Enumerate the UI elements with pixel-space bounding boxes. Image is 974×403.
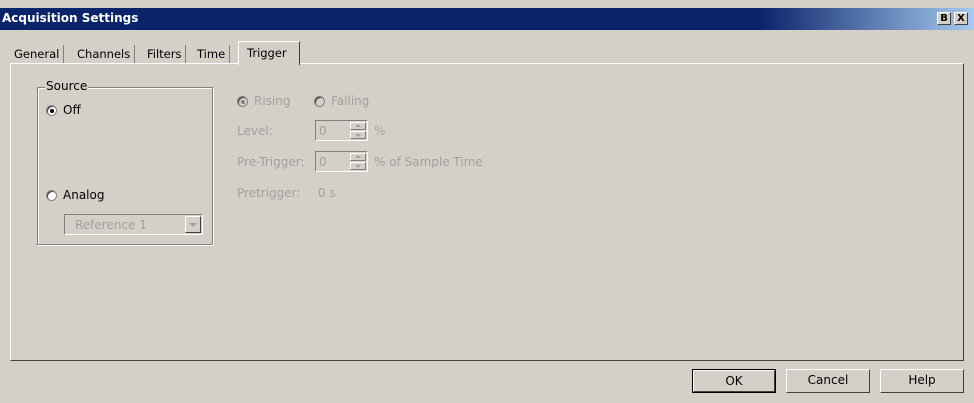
level-label: Level: (237, 124, 273, 138)
pretrigger-readout-value: 0 s (318, 186, 336, 200)
level-spinner[interactable]: 0 (315, 120, 368, 141)
tab-channels[interactable]: Channels (73, 45, 136, 63)
tab-general[interactable]: General (10, 45, 65, 63)
level-unit: % (374, 124, 386, 138)
pre-trigger-unit: % of Sample Time (374, 155, 483, 169)
pretrigger-readout-label: Pretrigger: (237, 186, 301, 200)
source-off-label: Off (63, 103, 81, 117)
cancel-button[interactable]: Cancel (786, 369, 870, 393)
restore-button[interactable]: B (937, 12, 951, 25)
spin-down-icon[interactable] (350, 162, 366, 170)
spinner-buttons (350, 122, 366, 139)
source-analog-radio[interactable]: Analog (46, 188, 104, 202)
ok-button[interactable]: OK (692, 369, 776, 393)
radio-checked-icon (237, 95, 248, 107)
pre-trigger-value: 0 (319, 155, 327, 169)
window-title: Acquisition Settings (2, 11, 139, 25)
pre-trigger-label: Pre-Trigger: (237, 155, 305, 169)
reference-select-value: Reference 1 (75, 218, 147, 232)
rising-radio[interactable]: Rising (237, 94, 290, 108)
chevron-down-icon[interactable] (185, 216, 201, 233)
level-value: 0 (319, 124, 327, 138)
spin-up-icon[interactable] (350, 153, 366, 161)
title-bar[interactable]: Acquisition Settings B X (0, 8, 974, 30)
close-button[interactable]: X (954, 12, 968, 25)
source-off-radio[interactable]: Off (46, 103, 81, 117)
spinner-buttons (350, 153, 366, 170)
tab-filters[interactable]: Filters (143, 45, 187, 63)
pre-trigger-spinner[interactable]: 0 (315, 151, 368, 172)
tab-trigger[interactable]: Trigger (238, 41, 300, 65)
radio-unchecked-icon (46, 189, 57, 201)
spin-down-icon[interactable] (350, 131, 366, 139)
rising-label: Rising (254, 94, 291, 108)
falling-radio[interactable]: Falling (314, 94, 369, 108)
tab-time[interactable]: Time (193, 45, 231, 63)
source-group-title: Source (45, 79, 89, 93)
radio-unchecked-icon (314, 95, 325, 107)
acquisition-settings-dialog: Acquisition Settings B X General Channel… (0, 0, 974, 403)
falling-label: Falling (331, 94, 370, 108)
radio-checked-icon (46, 104, 57, 116)
reference-select[interactable]: Reference 1 (64, 214, 203, 235)
spin-up-icon[interactable] (350, 122, 366, 130)
help-button[interactable]: Help (880, 369, 964, 393)
source-analog-label: Analog (63, 188, 105, 202)
